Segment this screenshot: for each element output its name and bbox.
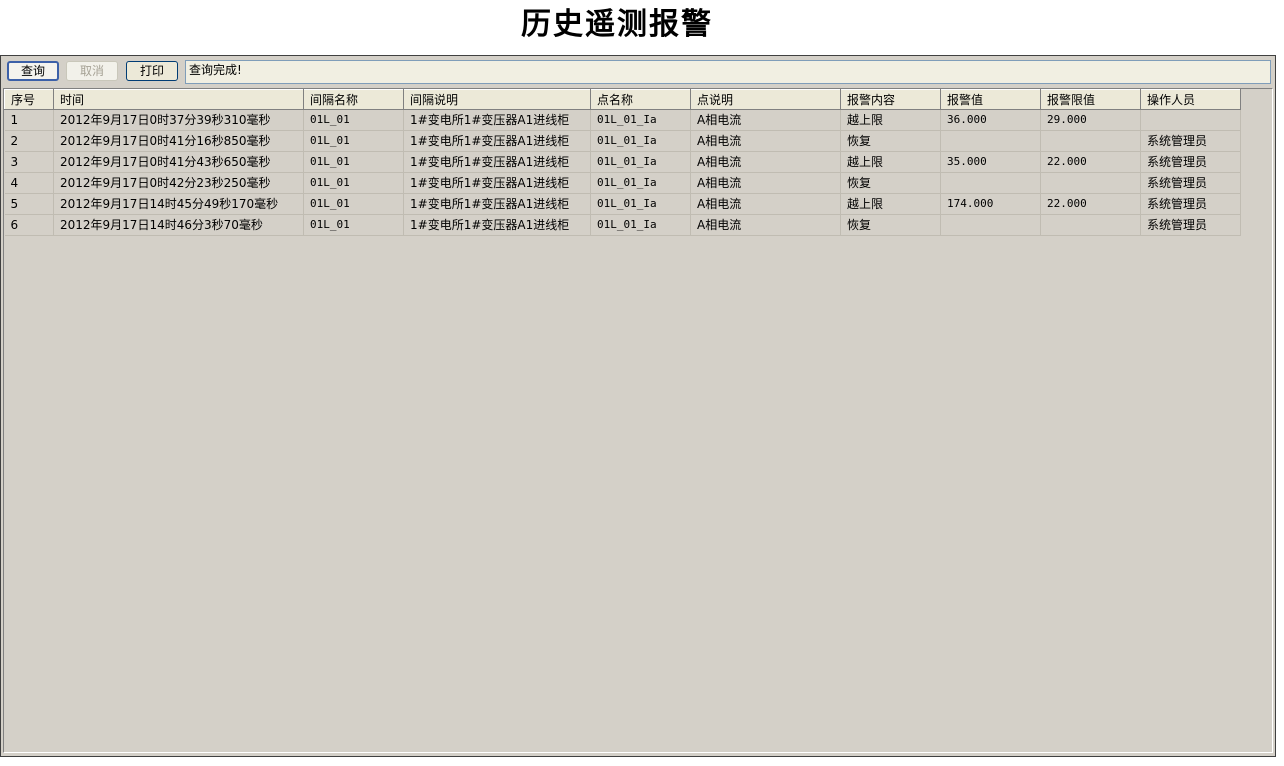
cell-time: 2012年9月17日0时41分16秒850毫秒: [53, 130, 304, 152]
query-button[interactable]: 查询: [7, 61, 59, 81]
cell-alarm-content: 越上限: [840, 193, 941, 215]
cell-alarm-limit: [1040, 130, 1141, 152]
cell-bay-name: 01L_01: [303, 109, 404, 131]
column-header-point-description[interactable]: 点说明: [690, 89, 841, 110]
cell-index: 3: [4, 151, 54, 173]
cell-index: 6: [4, 214, 54, 236]
cell-time: 2012年9月17日0时37分39秒310毫秒: [53, 109, 304, 131]
table-row[interactable]: 6 2012年9月17日14时46分3秒70毫秒 01L_01 1#变电所1#变…: [4, 214, 1241, 236]
cell-operator: 系统管理员: [1140, 172, 1241, 194]
cell-point-name: 01L_01_Ia: [590, 130, 691, 152]
cell-alarm-limit: 22.000: [1040, 151, 1141, 173]
cell-operator: 系统管理员: [1140, 151, 1241, 173]
cell-alarm-limit: [1040, 214, 1141, 236]
cell-bay-name: 01L_01: [303, 151, 404, 173]
column-header-alarm-limit[interactable]: 报警限值: [1040, 89, 1141, 110]
cell-point-name: 01L_01_Ia: [590, 172, 691, 194]
cell-time: 2012年9月17日0时42分23秒250毫秒: [53, 172, 304, 194]
column-header-alarm-value[interactable]: 报警值: [940, 89, 1041, 110]
cell-index: 4: [4, 172, 54, 194]
cell-point-description: A相电流: [690, 109, 841, 131]
cell-alarm-value: 36.000: [940, 109, 1041, 131]
column-header-point-name[interactable]: 点名称: [590, 89, 691, 110]
cell-operator: 系统管理员: [1140, 193, 1241, 215]
column-header-alarm-content[interactable]: 报警内容: [840, 89, 941, 110]
cell-point-name: 01L_01_Ia: [590, 214, 691, 236]
cell-point-description: A相电流: [690, 172, 841, 194]
cell-bay-description: 1#变电所1#变压器A1进线柜: [403, 109, 591, 131]
cell-alarm-value: 174.000: [940, 193, 1041, 215]
cell-bay-description: 1#变电所1#变压器A1进线柜: [403, 172, 591, 194]
window-bottom-edge: [0, 757, 1278, 760]
status-message: 查询完成!: [185, 60, 1271, 84]
cell-alarm-limit: 29.000: [1040, 109, 1141, 131]
cell-point-description: A相电流: [690, 214, 841, 236]
cell-alarm-value: [940, 172, 1041, 194]
column-header-bay-name[interactable]: 间隔名称: [303, 89, 404, 110]
table-row[interactable]: 3 2012年9月17日0时41分43秒650毫秒 01L_01 1#变电所1#…: [4, 151, 1241, 173]
cell-alarm-content: 越上限: [840, 151, 941, 173]
cell-operator: [1140, 109, 1241, 131]
cell-alarm-content: 恢复: [840, 130, 941, 152]
cell-index: 5: [4, 193, 54, 215]
cell-bay-description: 1#变电所1#变压器A1进线柜: [403, 151, 591, 173]
cell-alarm-limit: 22.000: [1040, 193, 1141, 215]
column-header-index[interactable]: 序号: [4, 89, 54, 110]
cell-alarm-content: 恢复: [840, 214, 941, 236]
cell-time: 2012年9月17日14时45分49秒170毫秒: [53, 193, 304, 215]
column-header-operator[interactable]: 操作人员: [1140, 89, 1241, 110]
cell-operator: 系统管理员: [1140, 214, 1241, 236]
alarm-table: 序号 时间 间隔名称 间隔说明 点名称 点说明 报警内容 报警值 报警限值 操作…: [4, 89, 1241, 236]
cell-index: 1: [4, 109, 54, 131]
table-row[interactable]: 1 2012年9月17日0时37分39秒310毫秒 01L_01 1#变电所1#…: [4, 109, 1241, 131]
cell-point-description: A相电流: [690, 130, 841, 152]
alarm-panel: 查询 取消 打印 查询完成! 序号 时间 间隔名称 间隔说明 点名称 点说明 报…: [0, 55, 1276, 757]
cancel-button[interactable]: 取消: [66, 61, 118, 81]
print-button[interactable]: 打印: [126, 61, 178, 81]
table-header-row: 序号 时间 间隔名称 间隔说明 点名称 点说明 报警内容 报警值 报警限值 操作…: [4, 89, 1241, 110]
toolbar: 查询 取消 打印 查询完成!: [5, 59, 1271, 84]
cell-bay-name: 01L_01: [303, 193, 404, 215]
table-row[interactable]: 4 2012年9月17日0时42分23秒250毫秒 01L_01 1#变电所1#…: [4, 172, 1241, 194]
cell-point-description: A相电流: [690, 151, 841, 173]
cell-point-name: 01L_01_Ia: [590, 109, 691, 131]
cell-bay-name: 01L_01: [303, 172, 404, 194]
cell-time: 2012年9月17日14时46分3秒70毫秒: [53, 214, 304, 236]
alarm-grid[interactable]: 序号 时间 间隔名称 间隔说明 点名称 点说明 报警内容 报警值 报警限值 操作…: [3, 88, 1273, 753]
cell-bay-name: 01L_01: [303, 130, 404, 152]
cell-alarm-limit: [1040, 172, 1141, 194]
cell-alarm-value: 35.000: [940, 151, 1041, 173]
cell-point-name: 01L_01_Ia: [590, 151, 691, 173]
cell-bay-description: 1#变电所1#变压器A1进线柜: [403, 214, 591, 236]
cell-alarm-content: 越上限: [840, 109, 941, 131]
cell-bay-description: 1#变电所1#变压器A1进线柜: [403, 130, 591, 152]
cell-index: 2: [4, 130, 54, 152]
column-header-time[interactable]: 时间: [53, 89, 304, 110]
cell-bay-description: 1#变电所1#变压器A1进线柜: [403, 193, 591, 215]
cell-bay-name: 01L_01: [303, 214, 404, 236]
column-header-bay-description[interactable]: 间隔说明: [403, 89, 591, 110]
cell-operator: 系统管理员: [1140, 130, 1241, 152]
cell-alarm-value: [940, 214, 1041, 236]
cell-time: 2012年9月17日0时41分43秒650毫秒: [53, 151, 304, 173]
table-row[interactable]: 5 2012年9月17日14时45分49秒170毫秒 01L_01 1#变电所1…: [4, 193, 1241, 215]
cell-point-description: A相电流: [690, 193, 841, 215]
cell-point-name: 01L_01_Ia: [590, 193, 691, 215]
page-title: 历史遥测报警: [521, 7, 713, 42]
cell-alarm-content: 恢复: [840, 172, 941, 194]
table-row[interactable]: 2 2012年9月17日0时41分16秒850毫秒 01L_01 1#变电所1#…: [4, 130, 1241, 152]
cell-alarm-value: [940, 130, 1041, 152]
